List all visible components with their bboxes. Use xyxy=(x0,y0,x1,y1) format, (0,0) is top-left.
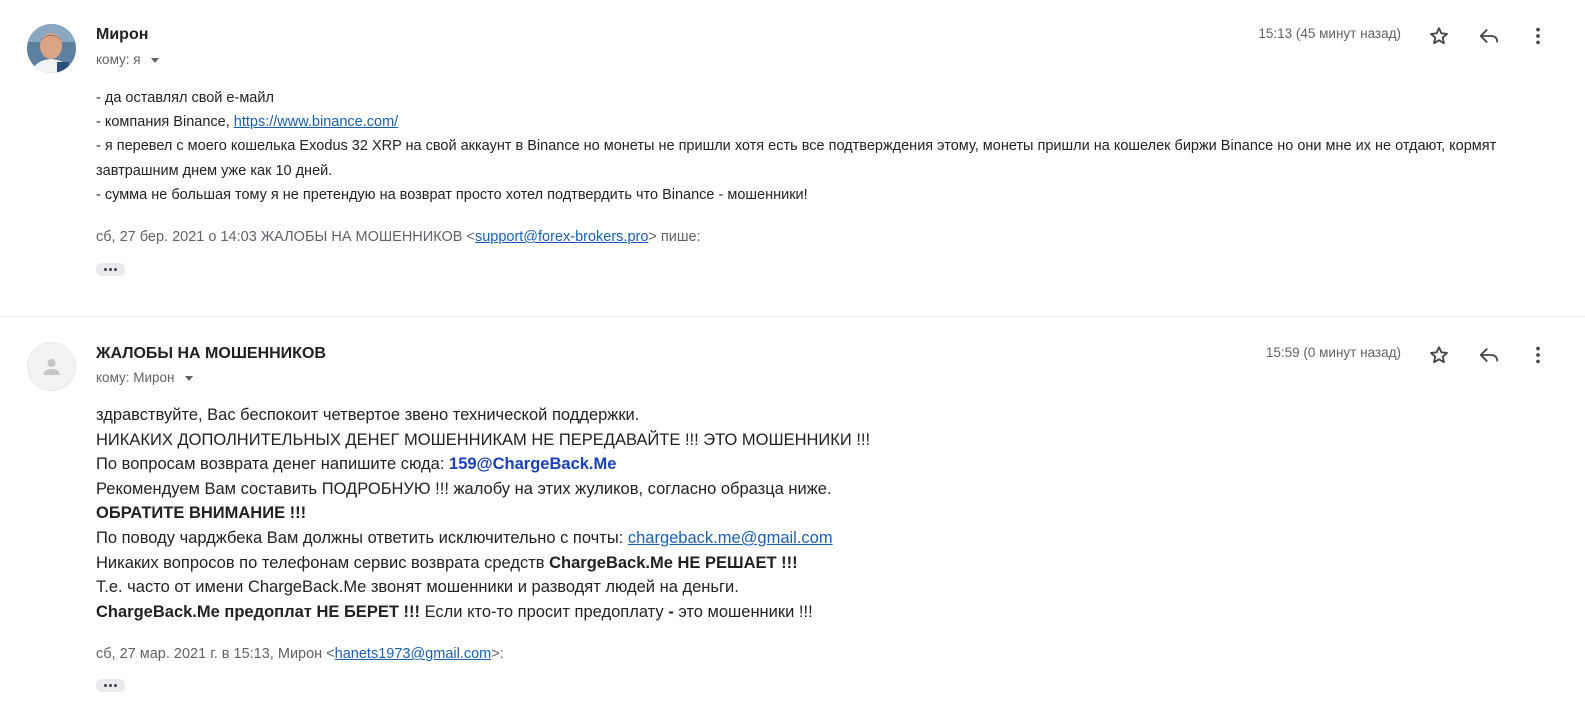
body-line: ОБРАТИТЕ ВНИМАНИЕ !!! xyxy=(96,504,307,523)
more-horiz-icon xyxy=(104,268,107,271)
body-line: Рекомендуем Вам составить ПОДРОБНУЮ !!! … xyxy=(96,479,832,498)
body-line: Никаких вопросов по телефонам сервис воз… xyxy=(96,551,1396,576)
star-icon xyxy=(1430,346,1448,364)
more-vert-icon xyxy=(1536,346,1540,364)
avatar[interactable] xyxy=(27,342,76,391)
body-line: - компания Binance, https://www.binance.… xyxy=(96,110,1556,134)
chargeback-gmail-link[interactable]: chargeback.me@gmail.com xyxy=(628,529,833,547)
binance-link[interactable]: https://www.binance.com/ xyxy=(234,114,398,130)
more-horiz-icon-dot xyxy=(114,684,117,687)
message-timestamp: 15:13 (45 минут назад) xyxy=(1258,26,1401,41)
quote-email-link[interactable]: hanets1973@gmail.com xyxy=(335,646,492,662)
quote-header: сб, 27 мар. 2021 г. в 15:13, Мирон <hane… xyxy=(96,646,504,662)
message-timestamp: 15:59 (0 минут назад) xyxy=(1265,345,1401,360)
email-message: Мирон кому: я 15:13 (45 минут назад) - д… xyxy=(0,0,1585,316)
quote-text: сб, 27 мар. 2021 г. в 15:13, Мирон < xyxy=(96,646,335,662)
body-line: - я перевел с моего кошелька Exodus 32 X… xyxy=(96,138,1497,179)
default-avatar-icon xyxy=(43,359,60,375)
message-body: здравствуйте, Вас беспокоит четвертое зв… xyxy=(96,403,1396,624)
more-horiz-icon-dot xyxy=(109,268,112,271)
body-text: По вопросам возврата денег напишите сюда… xyxy=(96,455,450,474)
body-line: - да оставлял свой е-майл xyxy=(96,90,274,106)
quote-text: сб, 27 бер. 2021 о 14:03 ЖАЛОБЫ НА МОШЕН… xyxy=(96,229,475,245)
body-text: Если кто-то просит предоплату xyxy=(419,602,669,621)
more-horiz-icon xyxy=(104,684,107,687)
quote-header: сб, 27 бер. 2021 о 14:03 ЖАЛОБЫ НА МОШЕН… xyxy=(96,229,701,245)
body-bold-text: ChargeBack.Me НЕ РЕШАЕТ !!! xyxy=(549,553,798,572)
body-text: это мошенники !!! xyxy=(673,602,813,621)
body-text: По поводу чарджбека Вам должны ответить … xyxy=(96,528,628,547)
reply-button[interactable] xyxy=(1476,23,1502,49)
recipient-label: кому: я xyxy=(96,52,141,67)
recipient-label: кому: Мирон xyxy=(96,370,175,385)
quote-email-link[interactable]: support@forex-brokers.pro xyxy=(475,229,648,245)
star-button[interactable] xyxy=(1426,342,1452,368)
sender-name[interactable]: ЖАЛОБЫ НА МОШЕННИКОВ xyxy=(96,345,326,363)
more-options-button[interactable] xyxy=(1525,342,1551,368)
quote-text: >: xyxy=(491,646,504,662)
sender-name[interactable]: Мирон xyxy=(96,26,148,44)
quote-text: > пише: xyxy=(648,229,701,245)
more-options-button[interactable] xyxy=(1525,23,1551,49)
chevron-down-icon[interactable] xyxy=(184,376,193,381)
show-trimmed-content-button[interactable] xyxy=(96,679,125,692)
star-icon xyxy=(1430,27,1448,45)
message-body: - да оставлял свой е-майл - компания Bin… xyxy=(96,86,1556,207)
star-button[interactable] xyxy=(1426,23,1452,49)
body-line: НИКАКИХ ДОПОЛНИТЕЛЬНЫХ ДЕНЕГ МОШЕННИКАМ … xyxy=(96,430,871,449)
body-bold-text: ChargeBack.Me предоплат НЕ БЕРЕТ !!! xyxy=(96,602,420,621)
body-line: Т.е. часто от имени ChargeBack.Me звонят… xyxy=(96,578,739,597)
more-horiz-icon-dot xyxy=(114,268,117,271)
body-line: По вопросам возврата денег напишите сюда… xyxy=(96,452,1396,477)
recipient-details[interactable]: кому: я xyxy=(96,52,159,67)
body-text: - компания Binance, xyxy=(96,114,234,131)
body-text: Никаких вопросов по телефонам сервис воз… xyxy=(96,553,550,572)
show-trimmed-content-button[interactable] xyxy=(96,263,125,276)
body-line: здравствуйте, Вас беспокоит четвертое зв… xyxy=(96,406,640,424)
body-line: ChargeBack.Me предоплат НЕ БЕРЕТ !!! Есл… xyxy=(96,600,1396,625)
more-horiz-icon-dot xyxy=(109,684,112,687)
reply-button[interactable] xyxy=(1476,342,1502,368)
more-vert-icon xyxy=(1536,27,1540,45)
chargeback-email[interactable]: 159@ChargeBack.Me xyxy=(449,455,616,473)
body-line: - сумма не большая тому я не претендую н… xyxy=(96,186,808,203)
chevron-down-icon[interactable] xyxy=(150,58,159,63)
reply-icon xyxy=(1479,347,1499,363)
reply-icon xyxy=(1479,28,1499,44)
body-line: По поводу чарджбека Вам должны ответить … xyxy=(96,526,1396,551)
recipient-details[interactable]: кому: Мирон xyxy=(96,370,193,385)
avatar[interactable] xyxy=(27,24,76,73)
email-message: ЖАЛОБЫ НА МОШЕННИКОВ кому: Мирон 15:59 (… xyxy=(0,316,1585,710)
